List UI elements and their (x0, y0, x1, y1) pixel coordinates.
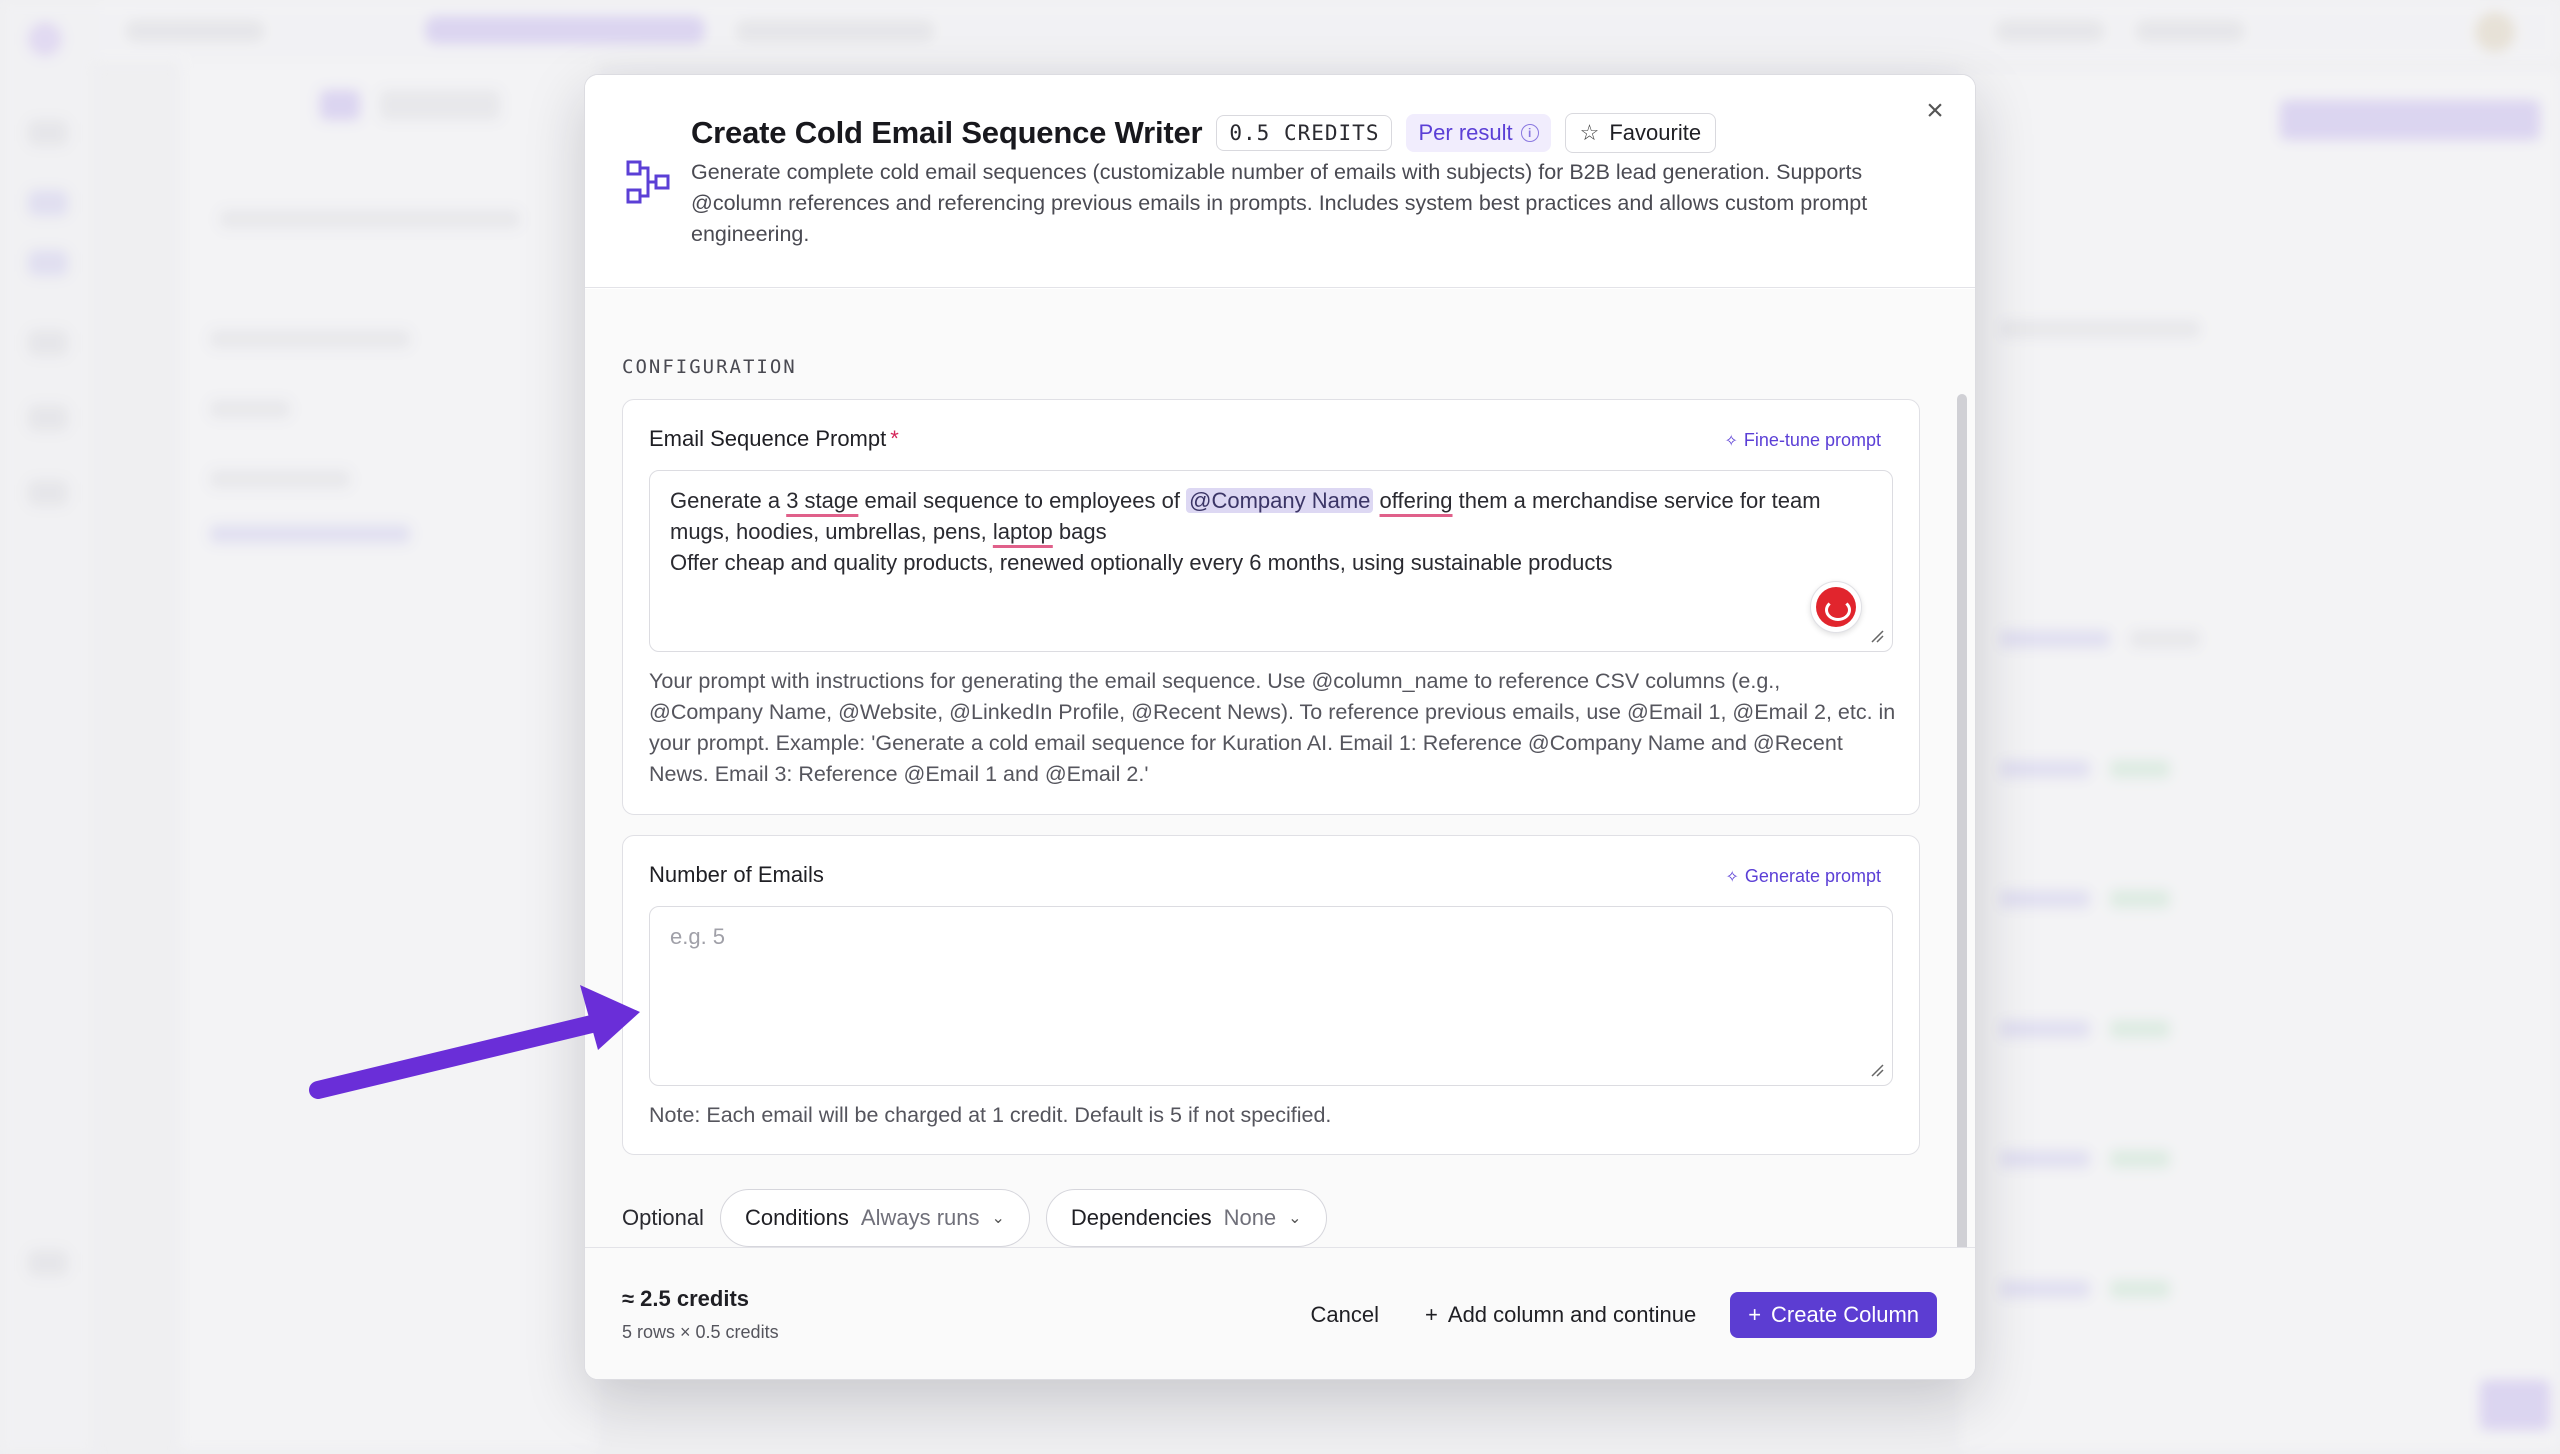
resize-handle-icon[interactable] (1870, 1063, 1884, 1077)
modal-footer: ≈ 2.5 credits 5 rows × 0.5 credits Cance… (585, 1247, 1975, 1379)
add-continue-label: Add column and continue (1447, 1302, 1697, 1327)
prompt-text: email sequence to employees of (858, 488, 1187, 513)
required-mark: * (890, 426, 899, 451)
modal-description: Generate complete cold email sequences (… (691, 160, 1868, 246)
add-column-continue-button[interactable]: + Add column and continue (1421, 1294, 1700, 1336)
prompt-text: Generate a (670, 488, 787, 513)
scrollbar[interactable] (1957, 394, 1967, 1247)
star-icon: ☆ (1579, 120, 1600, 145)
per-result-badge[interactable]: Per result i (1406, 114, 1551, 152)
title-row: Create Cold Email Sequence Writer 0.5 CR… (691, 113, 1717, 153)
num-emails-placeholder: e.g. 5 (670, 924, 726, 949)
close-icon[interactable]: × (1917, 93, 1953, 129)
optional-row: Optional Conditions Always runs ⌄ Depend… (622, 1189, 1327, 1247)
info-icon[interactable]: i (1520, 124, 1539, 142)
prompt-text: bags (1052, 519, 1107, 544)
chevron-down-icon: ⌄ (991, 1210, 1005, 1227)
estimated-credits: ≈ 2.5 credits (622, 1286, 750, 1311)
num-emails-card: Number of Emails ✧ Generate prompt e.g. … (622, 835, 1920, 1155)
modal-title: Create Cold Email Sequence Writer (691, 115, 1203, 150)
generate-prompt-label: Generate prompt (1744, 866, 1881, 886)
estimated-credits-detail: 5 rows × 0.5 credits (622, 1322, 779, 1342)
prompt-text-flagged: offering (1379, 488, 1453, 513)
num-emails-input[interactable]: e.g. 5 (649, 906, 1893, 1086)
prompt-text-flagged: 3 stage (786, 488, 859, 513)
fine-tune-prompt-link[interactable]: ✧ Fine-tune prompt (1725, 430, 1881, 451)
prompt-text-line-2: Offer cheap and quality products, renewe… (670, 550, 1613, 575)
favourite-button[interactable]: ☆ Favourite (1564, 113, 1717, 153)
email-prompt-card: Email Sequence Prompt * ✧ Fine-tune promp… (622, 399, 1920, 815)
prompt-text-flagged: laptop (992, 519, 1053, 544)
sparkle-icon: ✧ (1725, 868, 1739, 886)
email-prompt-label-text: Email Sequence Prompt (649, 426, 887, 451)
sequence-tool-icon (626, 160, 670, 204)
cancel-button[interactable]: Cancel (1299, 1294, 1391, 1336)
num-emails-label: Number of Emails (649, 862, 824, 887)
grammarly-icon[interactable] (1810, 581, 1862, 633)
credits-badge: 0.5 CREDITS (1216, 115, 1393, 151)
plus-icon: + (1748, 1302, 1762, 1327)
modal-header: Create Cold Email Sequence Writer 0.5 CR… (585, 75, 1975, 288)
create-column-label: Create Column (1771, 1302, 1919, 1327)
optional-label: Optional (622, 1205, 704, 1230)
resize-handle-icon[interactable] (1870, 629, 1884, 643)
email-prompt-textarea[interactable]: Generate a 3 stage email sequence to emp… (649, 470, 1893, 652)
per-result-label: Per result (1418, 120, 1513, 145)
modal-body: CONFIGURATION Email Sequence Prompt * ✧ F… (585, 289, 1975, 1247)
favourite-label: Favourite (1609, 120, 1702, 145)
section-label-configuration: CONFIGURATION (622, 356, 797, 378)
fine-tune-label: Fine-tune prompt (1743, 430, 1881, 450)
dependencies-label: Dependencies (1070, 1205, 1212, 1230)
conditions-select[interactable]: Conditions Always runs ⌄ (719, 1189, 1030, 1247)
sparkle-icon: ✧ (1724, 432, 1738, 450)
dependencies-select[interactable]: Dependencies None ⌄ (1045, 1189, 1327, 1247)
generate-prompt-link[interactable]: ✧ Generate prompt (1726, 866, 1881, 887)
num-emails-helper: Note: Each email will be charged at 1 cr… (649, 1103, 1332, 1127)
create-column-button[interactable]: + Create Column (1730, 1292, 1937, 1338)
footer-actions: Cancel + Add column and continue + Creat… (1299, 1292, 1937, 1338)
email-prompt-label: Email Sequence Prompt * (649, 426, 899, 452)
chevron-down-icon: ⌄ (1288, 1210, 1302, 1227)
conditions-label: Conditions (744, 1205, 849, 1230)
plus-icon: + (1425, 1302, 1438, 1327)
dependencies-value: None (1223, 1205, 1277, 1230)
column-mention: @Company Name (1186, 488, 1374, 513)
create-column-modal: Create Cold Email Sequence Writer 0.5 CR… (584, 74, 1976, 1380)
email-prompt-helper: Your prompt with instructions for genera… (649, 669, 1896, 786)
conditions-value: Always runs (860, 1205, 980, 1230)
